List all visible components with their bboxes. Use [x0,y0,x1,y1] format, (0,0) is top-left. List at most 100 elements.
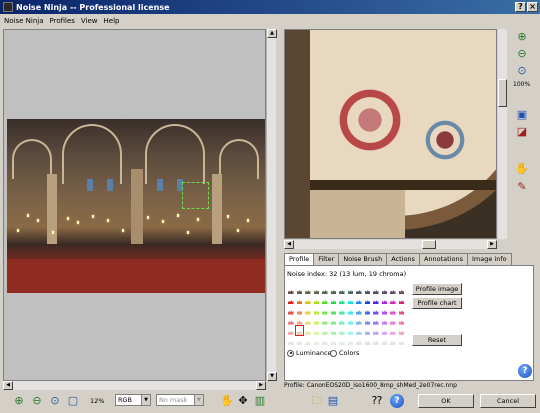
noise-swatch[interactable] [381,316,389,325]
panel-help-icon[interactable]: ? [518,364,532,378]
colors-radio-dot[interactable] [330,349,337,357]
detail-preview[interactable] [284,29,497,239]
menu-noise-ninja[interactable]: Noise Ninja [4,17,44,25]
noise-swatch[interactable] [321,316,329,325]
noise-swatch[interactable] [389,285,397,294]
profile-chart-button[interactable]: Profile chart [412,297,462,309]
noise-swatch[interactable] [347,305,355,314]
noise-swatch[interactable] [304,295,312,304]
noise-swatch[interactable] [313,326,321,335]
scroll-right-arrow[interactable]: ▶ [256,381,266,390]
preview-horizontal-scrollbar[interactable]: ◀ ▶ [284,240,497,249]
noise-swatch[interactable] [313,295,321,304]
noise-swatch[interactable] [287,316,295,325]
scroll-left-arrow[interactable]: ◀ [3,381,13,390]
noise-swatch[interactable] [389,295,397,304]
noise-swatch[interactable] [372,305,380,314]
compare-view-icon[interactable]: ◪ [515,125,529,139]
brush-tool-icon[interactable]: ✎ [515,180,529,194]
noise-swatch[interactable] [313,336,321,345]
noise-swatch[interactable] [355,336,363,345]
chevron-down-icon[interactable]: ▼ [141,395,150,405]
profile-image-button[interactable]: Profile image [412,283,462,295]
noise-swatch[interactable] [330,295,338,304]
reset-button[interactable]: Reset [412,334,462,346]
colors-radio[interactable]: Colors [330,349,359,357]
noise-swatch[interactable] [347,285,355,294]
noise-swatch[interactable] [296,305,304,314]
noise-swatch[interactable] [338,316,346,325]
noise-swatch[interactable] [287,295,295,304]
noise-swatch[interactable] [372,326,380,335]
noise-swatch[interactable] [313,285,321,294]
noise-swatch[interactable] [398,336,406,345]
luminance-radio-dot[interactable] [287,349,294,357]
split-view-icon[interactable]: ▣ [515,108,529,122]
color-space-select[interactable]: RGB ▼ [115,394,151,406]
scroll-down-arrow[interactable]: ▼ [267,372,277,381]
noise-swatch[interactable] [355,305,363,314]
noise-swatch[interactable] [372,295,380,304]
noise-swatch[interactable] [296,316,304,325]
mosque-photo-thumbnail[interactable] [7,119,265,293]
noise-swatch[interactable] [330,305,338,314]
noise-swatch[interactable] [381,285,389,294]
noise-swatch[interactable] [330,326,338,335]
noise-swatch[interactable] [287,336,295,345]
bottom-hand-icon[interactable]: ✋ [220,394,234,408]
preview-vscroll-thumb[interactable] [498,79,507,107]
bottom-zoom-actual-icon[interactable]: ▢ [66,394,80,408]
noise-swatch[interactable] [321,285,329,294]
left-vertical-scrollbar[interactable]: ▲ ▼ [266,29,277,381]
help-icon[interactable]: ? [390,394,404,408]
noise-swatch[interactable] [338,336,346,345]
noise-swatch[interactable] [287,326,295,335]
noise-swatch[interactable] [338,285,346,294]
noise-profile-grid[interactable] [287,285,405,345]
menu-profiles[interactable]: Profiles [50,17,75,25]
left-horizontal-scrollbar[interactable]: ◀ ▶ [3,381,266,390]
noise-swatch[interactable] [398,285,406,294]
noise-swatch[interactable] [389,336,397,345]
noise-swatch[interactable] [296,295,304,304]
hand-tool-icon[interactable]: ✋ [515,162,529,176]
noise-swatch[interactable] [296,285,304,294]
noise-swatch[interactable] [338,295,346,304]
noise-swatch[interactable] [364,285,372,294]
image-overview-panel[interactable] [3,29,266,381]
bottom-zoom-out-icon[interactable]: ⊖ [30,394,44,408]
noise-swatch[interactable] [330,285,338,294]
close-window-button[interactable]: × [527,2,538,12]
noise-swatch[interactable] [304,326,312,335]
tab-image-info[interactable]: Image info [466,253,512,265]
noise-swatch[interactable] [364,326,372,335]
noise-swatch[interactable] [355,285,363,294]
noise-swatch[interactable] [338,326,346,335]
noise-swatch[interactable] [372,316,380,325]
noise-swatch[interactable] [398,305,406,314]
scroll-up-arrow[interactable]: ▲ [267,29,277,38]
noise-swatch[interactable] [347,295,355,304]
noise-swatch[interactable] [398,295,406,304]
noise-swatch[interactable] [304,305,312,314]
noise-swatch[interactable] [381,305,389,314]
noise-swatch[interactable] [313,316,321,325]
noise-swatch[interactable] [372,336,380,345]
open-folder-icon[interactable]: 🗀 [310,394,324,408]
menu-view[interactable]: View [81,17,98,25]
bottom-zoom-in-icon[interactable]: ⊕ [12,394,26,408]
noise-swatch[interactable] [313,305,321,314]
noise-swatch[interactable] [304,336,312,345]
noise-swatch[interactable] [381,336,389,345]
noise-swatch[interactable] [381,326,389,335]
move-icon[interactable]: ✥ [236,394,250,408]
noise-swatch[interactable] [304,285,312,294]
noise-swatch[interactable] [389,305,397,314]
noise-swatch[interactable] [381,295,389,304]
tab-annotations[interactable]: Annotations [418,253,468,265]
noise-swatch[interactable] [294,324,304,336]
noise-swatch[interactable] [321,295,329,304]
tab-actions[interactable]: Actions [386,253,420,265]
tab-noise-brush[interactable]: Noise Brush [338,253,388,265]
noise-swatch[interactable] [321,336,329,345]
